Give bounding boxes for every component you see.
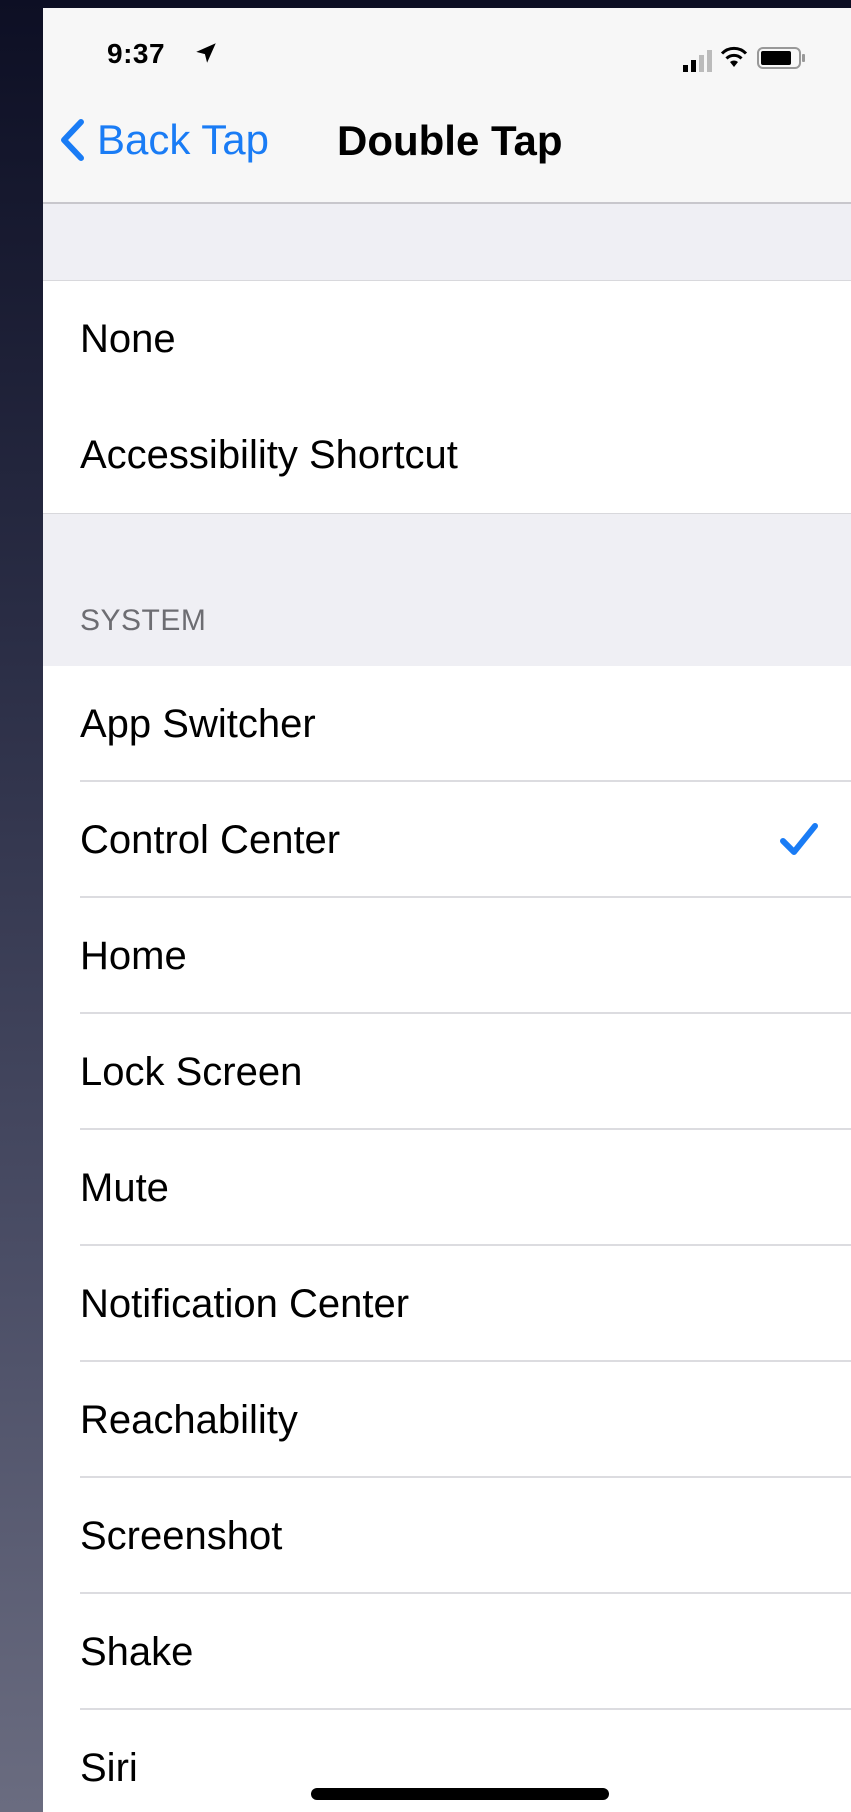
battery-icon [757, 47, 805, 69]
checkmark-icon [780, 823, 818, 855]
location-arrow-icon [196, 43, 216, 63]
option-label: None [80, 316, 176, 361]
option-none[interactable]: None [43, 281, 851, 397]
option-label: Notification Center [80, 1281, 410, 1326]
option-app-switcher[interactable]: App Switcher [43, 666, 851, 782]
section-header-system: SYSTEM [80, 604, 207, 637]
option-label: Siri [80, 1745, 138, 1790]
option-notification-center[interactable]: Notification Center [43, 1246, 851, 1362]
option-label: Mute [80, 1165, 169, 1210]
option-label: Screenshot [80, 1513, 283, 1558]
cellular-signal-icon [683, 50, 712, 72]
status-bar: 9:37 [43, 8, 851, 90]
back-button-label: Back Tap [97, 116, 269, 163]
phone-screen: 9:37 Back Tap Double Tap None Accessibil… [43, 8, 851, 1812]
system-options-group: App Switcher Control Center Home Lock Sc… [43, 666, 851, 1812]
option-label: Accessibility Shortcut [80, 432, 458, 477]
option-control-center[interactable]: Control Center [43, 782, 851, 898]
option-label: Home [80, 933, 187, 978]
option-lock-screen[interactable]: Lock Screen [43, 1014, 851, 1130]
wifi-icon [720, 46, 748, 67]
option-screenshot[interactable]: Screenshot [43, 1478, 851, 1594]
navigation-bar: Back Tap Double Tap [43, 90, 851, 204]
option-shake[interactable]: Shake [43, 1594, 851, 1710]
page-title: Double Tap [337, 117, 563, 164]
option-label: Reachability [80, 1397, 298, 1442]
back-button[interactable]: Back Tap [59, 112, 269, 168]
option-mute[interactable]: Mute [43, 1130, 851, 1246]
status-time: 9:37 [107, 38, 166, 69]
chevron-left-icon [61, 119, 84, 161]
home-indicator[interactable] [311, 1788, 609, 1800]
option-accessibility-shortcut[interactable]: Accessibility Shortcut [43, 397, 851, 513]
option-reachability[interactable]: Reachability [43, 1362, 851, 1478]
option-label: Shake [80, 1629, 194, 1674]
top-options-group: None Accessibility Shortcut [43, 280, 851, 514]
option-home[interactable]: Home [43, 898, 851, 1014]
option-label: Lock Screen [80, 1049, 303, 1094]
option-label: Control Center [80, 817, 341, 862]
option-label: App Switcher [80, 701, 316, 746]
